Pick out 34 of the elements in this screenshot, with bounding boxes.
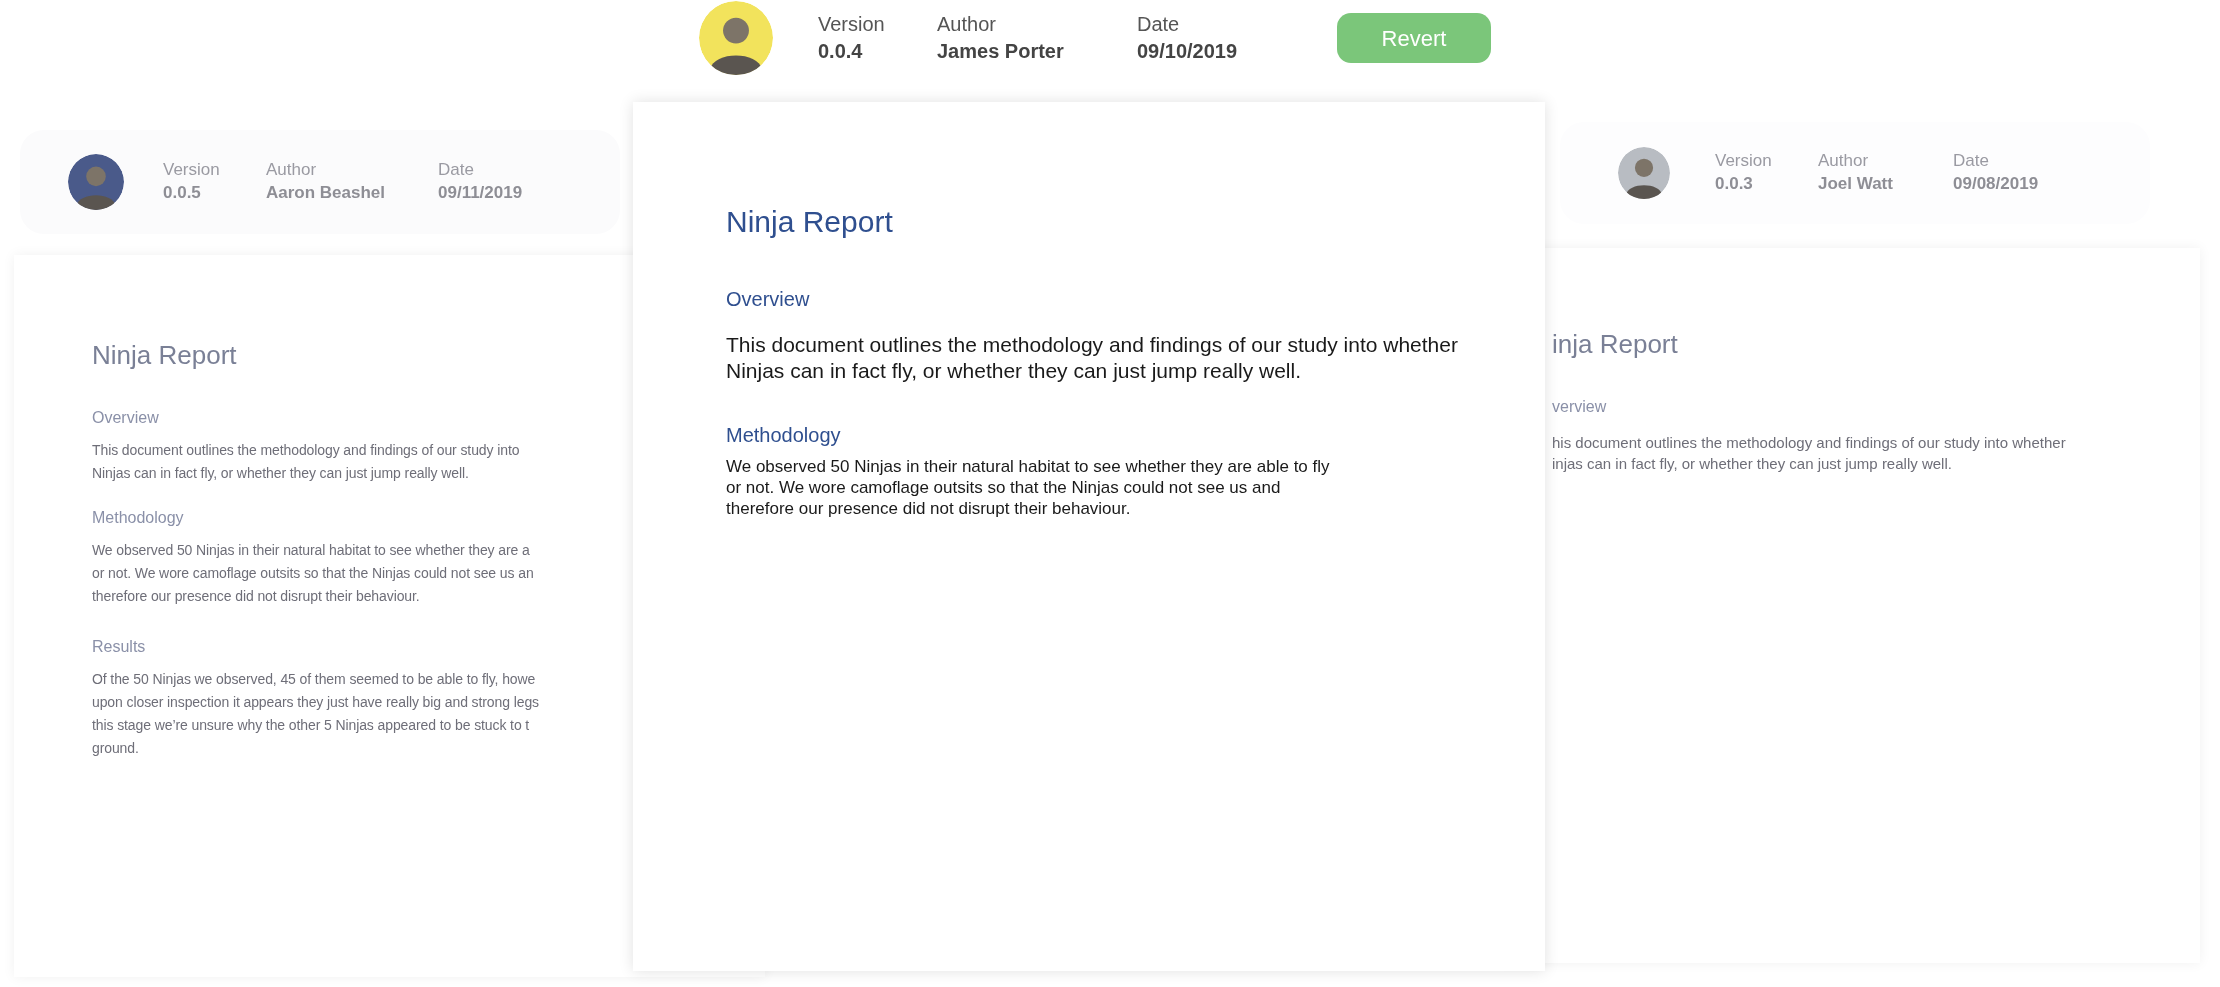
author-value: James Porter [937,39,1064,64]
document-title: Ninja Report [92,339,237,371]
section-heading: Overview [92,408,159,428]
version-label: Version [818,12,885,37]
section-heading: Results [92,637,146,657]
section-heading: Methodology [92,508,184,528]
section-heading: verview [1552,397,1607,417]
section-heading: Overview [726,287,810,312]
paragraph: his document outlines the methodology and findings of our study into whether injas can in fact fly, or whether they can just jump really well. [1552,433,2066,474]
date-label: Date [438,159,474,181]
date-label: Date [1137,12,1180,37]
paragraph: Of the 50 Ninjas we observed, 45 of them seemed to be able to fly, howe upon closer inspection it appears they just have really big and strong legs this stage we’re unsure why the other 5 Ninjas appeared to be stuck to t ground. [92,670,539,758]
version-label: Version [163,159,220,181]
version-value: 0.0.3 [1715,173,1753,195]
date-value: 09/11/2019 [438,182,523,204]
version-value: 0.0.4 [818,39,863,64]
paragraph: This document outlines the methodology and findings of our study into Ninjas can in fact fly, or whether they can just jump really well. [92,441,520,483]
date-label: Date [1953,150,1989,172]
author-label: Author [937,12,996,37]
date-value: 09/08/2019 [1953,173,2039,195]
document-title: inja Report [1552,328,1678,360]
author-value: Joel Watt [1818,173,1893,195]
author-label: Author [266,159,317,181]
document-title: Ninja Report [726,204,893,240]
author-label: Author [1818,150,1869,172]
version-label: Version [1715,150,1772,172]
author-value: Aaron Beashel [266,182,386,204]
paragraph: We observed 50 Ninjas in their natural habitat to see whether they are able to fly or not. We wore camoflage outsits so that the Ninjas could not see us and therefore our presence did not disrupt their behaviour. [726,456,1330,519]
paragraph: We observed 50 Ninjas in their natural habitat to see whether they are a or not. We wore camoflage outsits so that the Ninjas could not see us an therefore our presence did not disrupt their behaviour. [92,541,534,606]
section-heading: Methodology [726,423,841,448]
revert-button[interactable]: Revert [1337,13,1491,63]
paragraph: This document outlines the methodology and findings of our study into whether Ninjas can in fact fly, or whether they can just jump really well. [726,332,1458,384]
date-value: 09/10/2019 [1137,39,1238,64]
version-value: 0.0.5 [163,182,201,204]
